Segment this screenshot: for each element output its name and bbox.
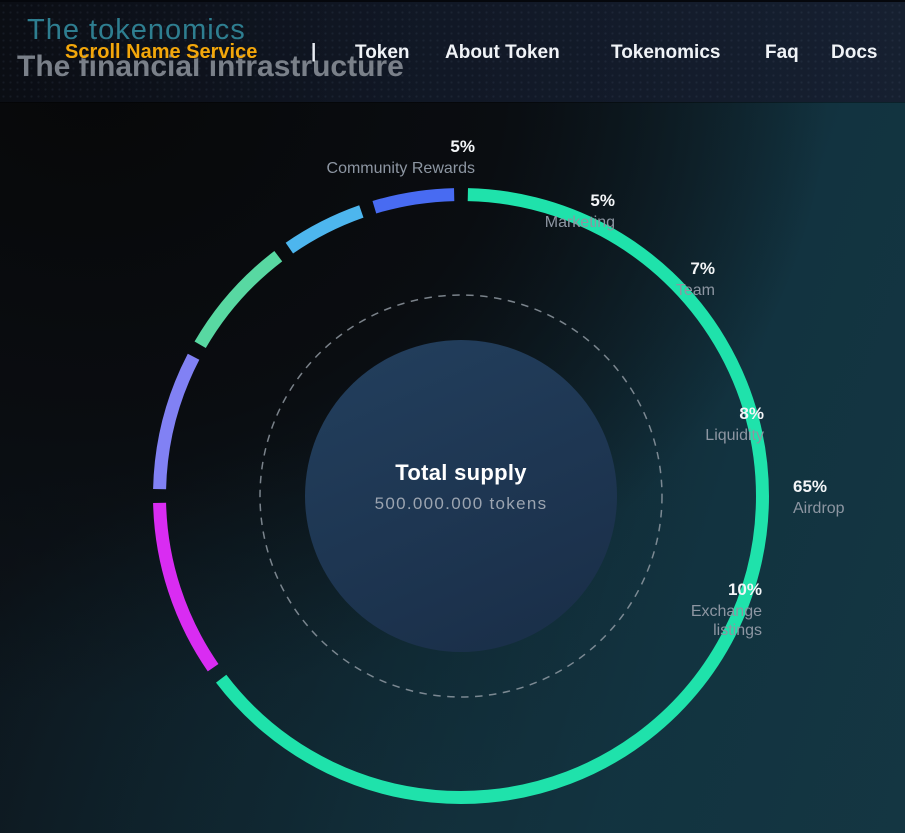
logo[interactable]: Scroll Name Service: [65, 41, 257, 64]
segment-percent: 10%: [691, 580, 762, 600]
segment-name: Team: [676, 281, 715, 300]
segment-percent: 8%: [705, 404, 764, 424]
segment-name: Marketing: [545, 213, 615, 232]
segment-percent: 65%: [793, 477, 845, 497]
segment-percent: 5%: [327, 137, 475, 157]
donut-segment-marketing: [289, 211, 361, 248]
segment-label-exchange-listings: 10%Exchangelistings: [691, 580, 762, 640]
segment-name: Community Rewards: [327, 159, 475, 178]
segment-name: Airdrop: [793, 499, 845, 518]
segment-percent: 7%: [676, 259, 715, 279]
segment-label-airdrop: 65% Airdrop: [793, 477, 845, 518]
donut-segment-team: [200, 256, 278, 345]
total-supply: Total supply 500.000.000 tokens: [375, 461, 548, 514]
segment-name: Exchangelistings: [691, 602, 762, 640]
tokenomics-section: 65% Airdrop 10%Exchangelistings 8% Liquidity…: [0, 0, 905, 833]
segment-label-liquidity: 8% Liquidity: [705, 404, 764, 445]
donut-segment-liquidity: [160, 357, 194, 489]
donut-segment-exchange-listings: [160, 503, 214, 668]
total-supply-label: Total supply: [375, 461, 548, 485]
segment-label-team: 7% Team: [676, 259, 715, 300]
nav-separator: |: [311, 41, 316, 63]
donut-svg: [0, 0, 905, 833]
nav-item-about-token[interactable]: About Token: [445, 42, 560, 64]
segment-percent: 5%: [545, 191, 615, 211]
donut-segment-community-rewards: [374, 195, 454, 208]
segment-label-marketing: 5% Marketing: [545, 191, 615, 232]
nav-item-token[interactable]: Token: [355, 42, 410, 64]
nav-item-faq[interactable]: Faq: [765, 42, 799, 64]
segment-label-community-rewards: 5% Community Rewards: [327, 137, 475, 178]
total-supply-value: 500.000.000 tokens: [375, 494, 548, 514]
segment-name: Liquidity: [705, 426, 764, 445]
nav-item-tokenomics[interactable]: Tokenomics: [611, 42, 720, 64]
nav-item-docs[interactable]: Docs: [831, 42, 877, 64]
